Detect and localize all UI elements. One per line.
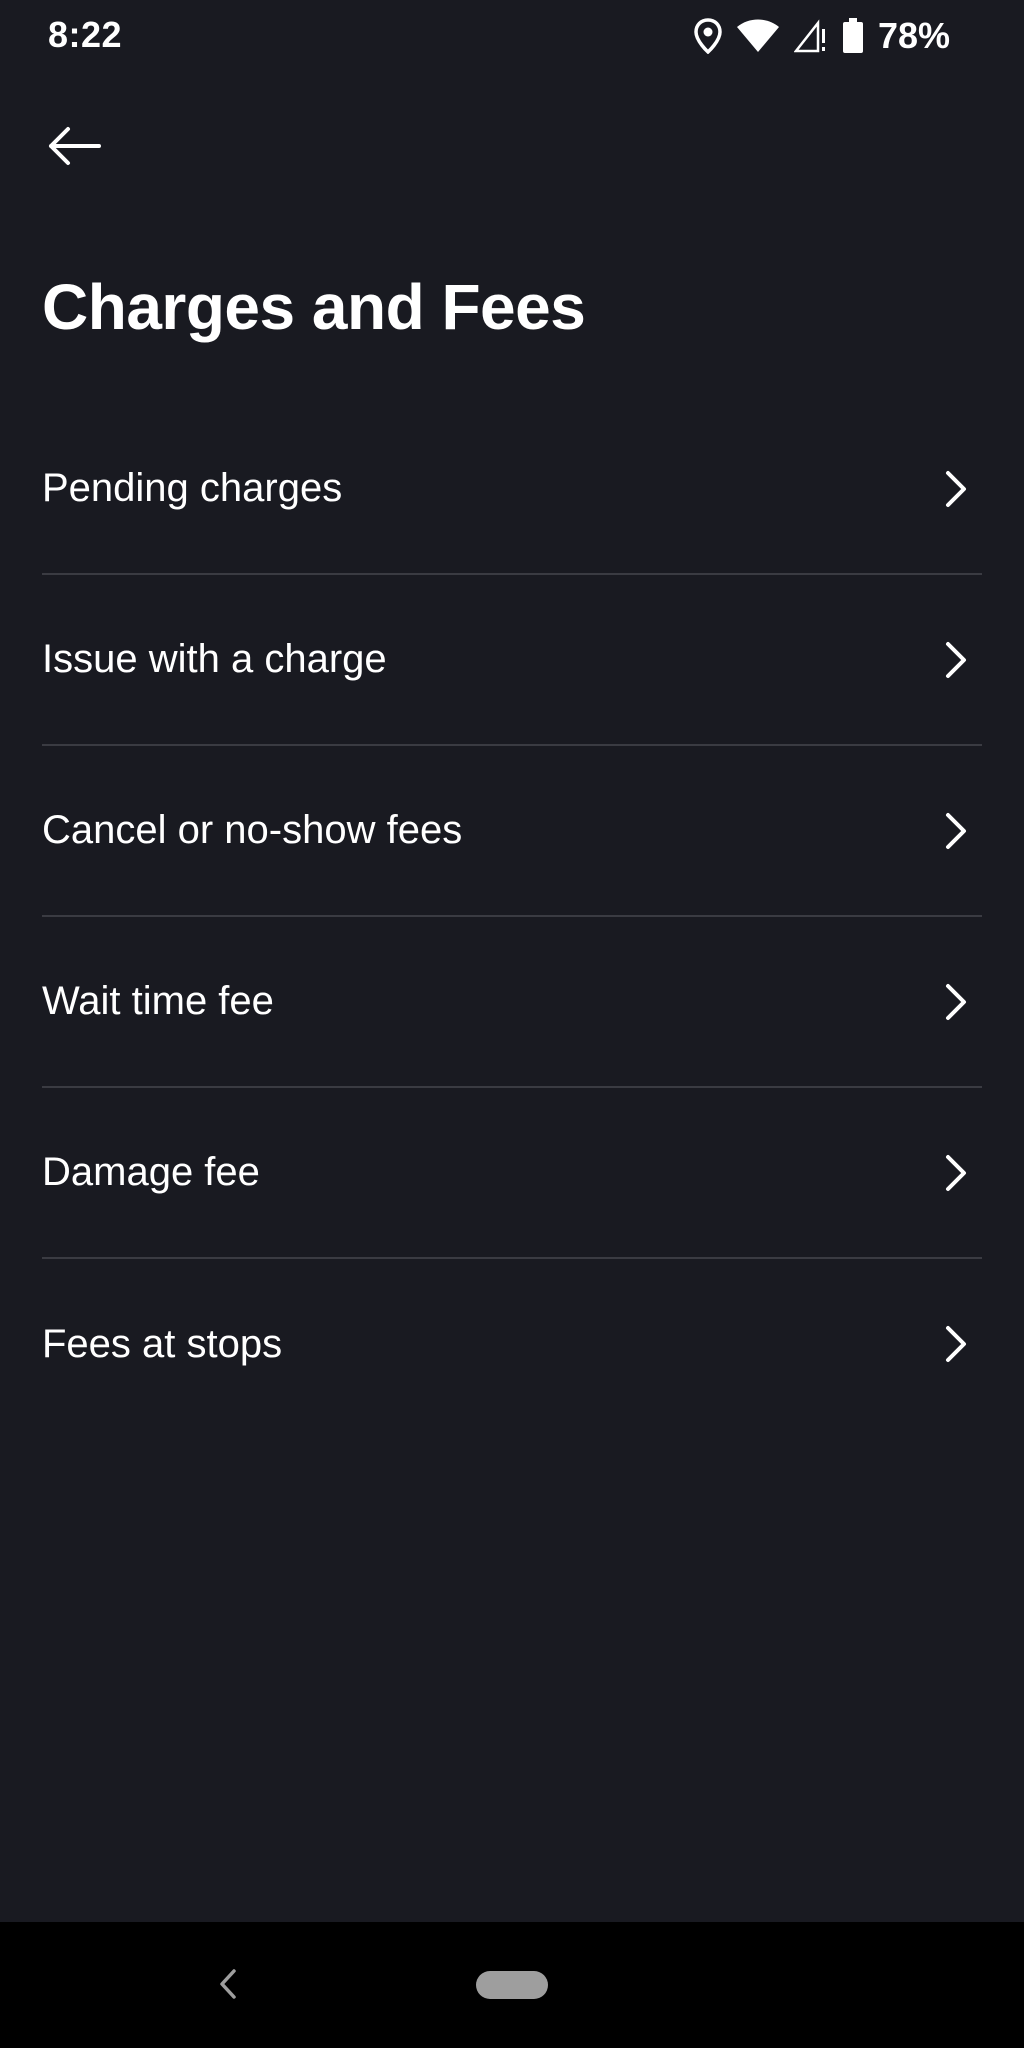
menu-item-wait-time-fee[interactable]: Wait time fee: [42, 917, 982, 1088]
chevron-right-icon: [936, 640, 976, 680]
menu-item-label: Fees at stops: [42, 1321, 283, 1366]
wifi-icon: [736, 19, 780, 53]
chevron-right-icon: [936, 1324, 976, 1364]
menu-item-label: Damage fee: [42, 1150, 260, 1194]
battery-percent: 78%: [877, 15, 950, 56]
status-bar: 8:22 78%: [0, 0, 1024, 72]
page-title: Charges and Fees: [42, 271, 586, 343]
chevron-right-icon: [936, 982, 976, 1022]
system-navigation-bar: [0, 1922, 1024, 2048]
menu-item-label: Cancel or no-show fees: [42, 808, 463, 852]
menu-item-issue-with-a-charge[interactable]: Issue with a charge: [42, 575, 982, 746]
charges-menu-list: Pending charges Issue with a charge Canc…: [42, 404, 982, 1429]
back-button[interactable]: [40, 116, 108, 176]
menu-item-cancel-or-no-show-fees[interactable]: Cancel or no-show fees: [42, 746, 982, 917]
menu-item-label: Issue with a charge: [42, 637, 387, 681]
menu-item-fees-at-stops[interactable]: Fees at stops: [42, 1259, 982, 1429]
battery-icon: [842, 18, 864, 54]
menu-item-pending-charges[interactable]: Pending charges: [42, 404, 982, 575]
chevron-right-icon: [936, 469, 976, 509]
charges-and-fees-screen: 8:22 78% Charges and Fees Pending charge…: [0, 0, 1024, 2048]
nav-back-button[interactable]: [208, 1962, 248, 2006]
menu-item-damage-fee[interactable]: Damage fee: [42, 1088, 982, 1259]
chevron-right-icon: [936, 811, 976, 851]
home-pill-icon[interactable]: [476, 1971, 548, 1999]
nav-back-icon: [220, 1969, 236, 1999]
arrow-left-icon: [49, 127, 101, 165]
chevron-right-icon: [936, 1153, 976, 1193]
status-icons: 78%: [694, 14, 950, 58]
location-icon: [694, 18, 722, 54]
menu-item-label: Wait time fee: [42, 979, 274, 1023]
signal-icon: [793, 19, 828, 53]
status-time: 8:22: [48, 14, 123, 55]
menu-item-label: Pending charges: [42, 466, 343, 510]
